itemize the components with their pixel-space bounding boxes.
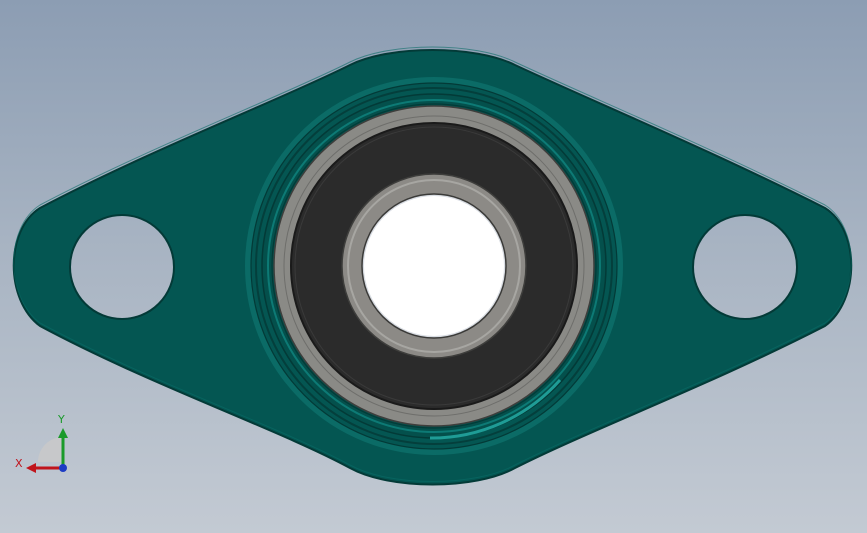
x-axis-label: X	[15, 457, 23, 470]
axis-triad: X Y	[10, 410, 80, 480]
graphics-viewport[interactable]: X Y	[0, 0, 867, 533]
y-axis-label: Y	[58, 413, 65, 426]
z-axis-dot	[59, 464, 67, 472]
shaft-bore[interactable]	[364, 196, 504, 336]
bearing-model[interactable]	[0, 0, 867, 533]
